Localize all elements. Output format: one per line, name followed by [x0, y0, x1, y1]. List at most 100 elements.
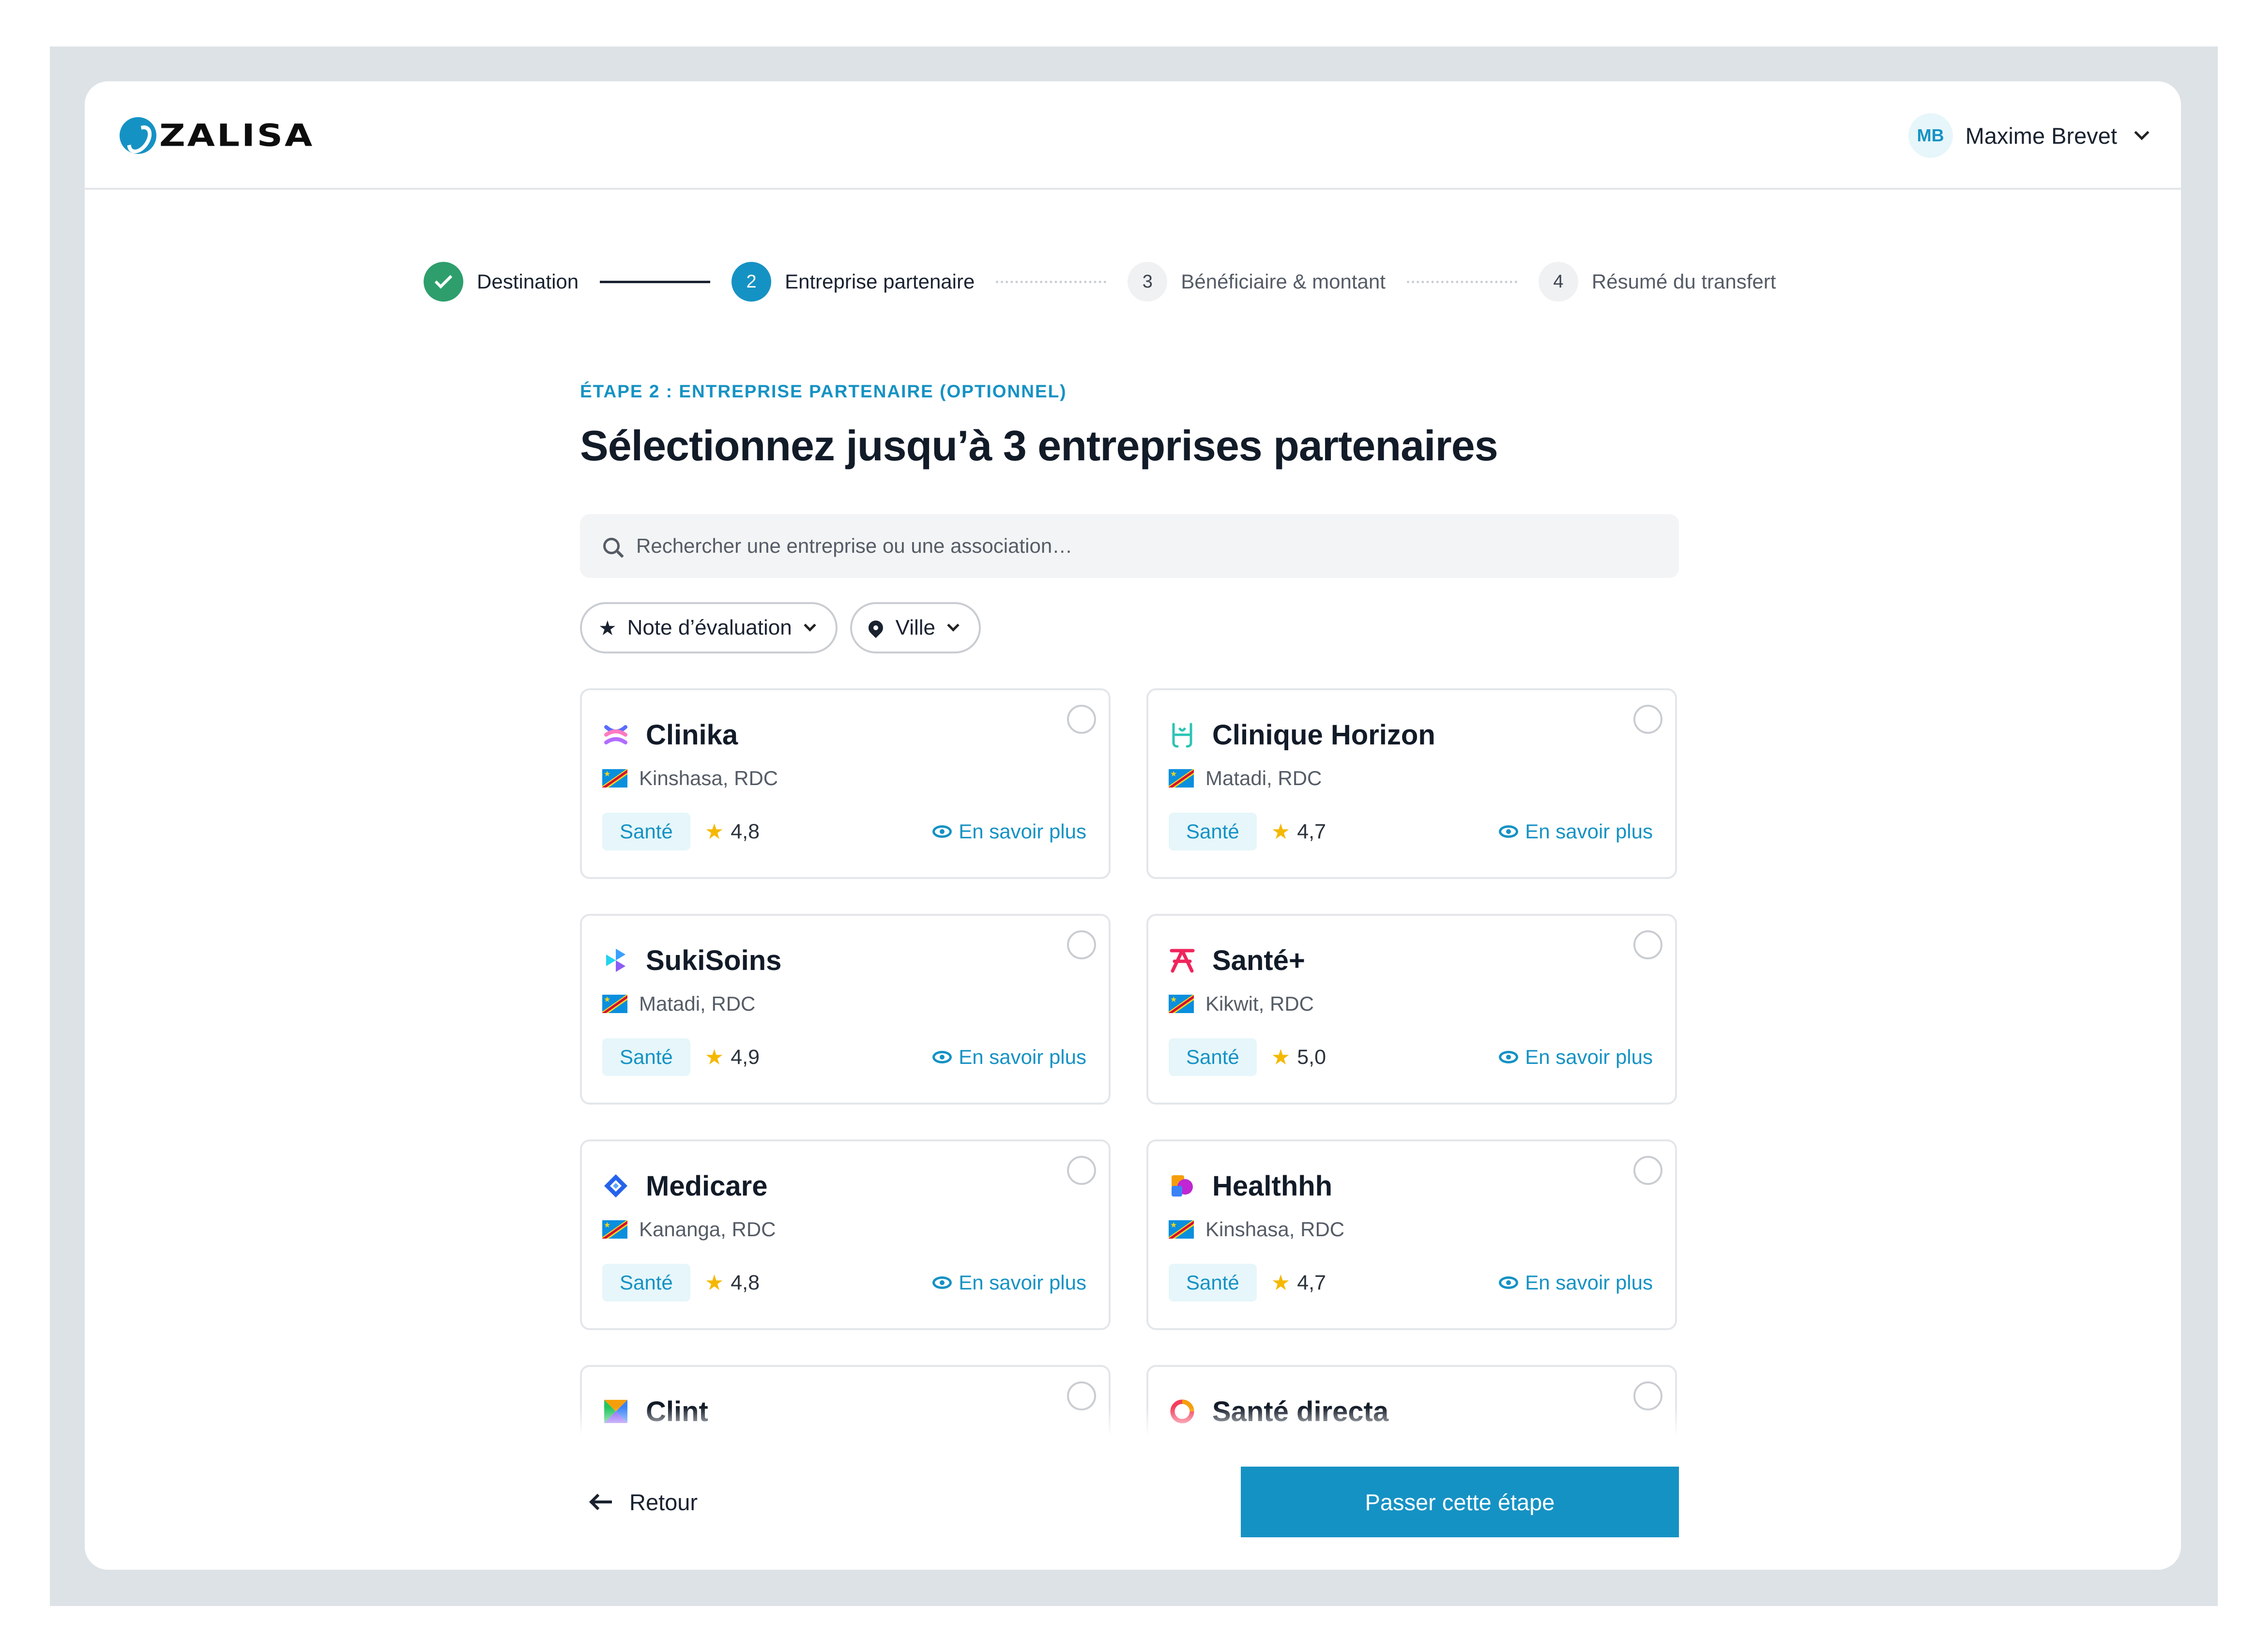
card-header: Santé+ — [1169, 941, 1653, 980]
category-badge: Santé — [1169, 1038, 1257, 1076]
card-footer: Santé ★ 4,8 En savoir plus — [602, 1263, 1086, 1302]
company-card[interactable]: Clinika ★ Kinshasa, RDC Santé ★ 4,8 En savoir … — [580, 688, 1111, 879]
location-text: Kikwit, RDC — [1205, 992, 1314, 1015]
company-name: Clinika — [646, 719, 738, 751]
rating: ★ 4,8 — [705, 819, 760, 844]
company-card[interactable]: Clinique Horizon ★ Matadi, RDC Santé ★ 4,7 En … — [1146, 688, 1677, 879]
logo-leaf-icon — [120, 117, 156, 154]
learn-more-link[interactable]: En savoir plus — [932, 1046, 1086, 1069]
rating: ★ 4,8 — [705, 1271, 760, 1295]
company-name: Santé+ — [1212, 944, 1305, 976]
back-button[interactable]: Retour — [580, 1489, 698, 1516]
drc-flag-icon: ★ — [1169, 995, 1194, 1013]
rating-value: 4,7 — [1297, 1271, 1326, 1294]
search-icon — [603, 538, 620, 554]
rating-value: 4,8 — [731, 819, 760, 843]
card-header: Healthhh — [1169, 1167, 1653, 1205]
company-card[interactable]: SukiSoins ★ Matadi, RDC Santé ★ 4,9 En savoir … — [580, 914, 1111, 1105]
step-number: 2 — [732, 262, 772, 302]
search-input[interactable] — [636, 534, 1556, 558]
company-location: ★ Kikwit, RDC — [1169, 989, 1653, 1018]
rating: ★ 4,7 — [1271, 819, 1326, 844]
eye-icon — [932, 1276, 952, 1289]
eye-icon — [932, 825, 952, 838]
city-filter-dropdown[interactable]: Ville — [850, 602, 981, 653]
star-icon: ★ — [704, 819, 724, 844]
select-radio[interactable] — [1067, 705, 1096, 734]
company-name: Healthhh — [1212, 1170, 1333, 1202]
card-header: Clinique Horizon — [1169, 715, 1653, 754]
learn-more-label: En savoir plus — [1525, 1046, 1653, 1068]
category-badge: Santé — [602, 1264, 690, 1302]
company-card[interactable]: Santé+ ★ Kikwit, RDC Santé ★ 5,0 En savoir plu… — [1146, 914, 1677, 1105]
sante-plus-logo — [1169, 947, 1196, 974]
card-header: SukiSoins — [602, 941, 1086, 980]
step-label: Destination — [477, 270, 579, 293]
step-connector — [600, 280, 711, 283]
user-menu[interactable]: MB Maxime Brevet — [1908, 113, 2149, 158]
step-label: Entreprise partenaire — [785, 270, 975, 293]
star-icon: ★ — [1271, 1045, 1291, 1069]
skip-step-button[interactable]: Passer cette étape — [1241, 1467, 1679, 1537]
search-bar — [580, 514, 1679, 578]
card-header: Medicare — [602, 1167, 1086, 1205]
card-footer: Santé ★ 4,8 En savoir plus — [602, 812, 1086, 851]
select-radio[interactable] — [1633, 1381, 1662, 1410]
company-card[interactable]: Medicare ★ Kananga, RDC Santé ★ 4,8 En savoir … — [580, 1139, 1111, 1330]
scroll-fade — [580, 1407, 1679, 1436]
chevron-down-icon — [947, 619, 960, 632]
category-badge: Santé — [602, 1038, 690, 1076]
select-radio[interactable] — [1633, 930, 1662, 959]
learn-more-link[interactable]: En savoir plus — [1499, 1271, 1653, 1294]
learn-more-label: En savoir plus — [1525, 1271, 1653, 1294]
zalisa-logo[interactable]: ZALISA — [120, 116, 314, 155]
step-number: 3 — [1128, 262, 1168, 302]
drc-flag-icon: ★ — [602, 1220, 627, 1239]
rating: ★ 5,0 — [1271, 1045, 1326, 1070]
card-footer: Santé ★ 4,9 En savoir plus — [602, 1038, 1086, 1076]
category-badge: Santé — [1169, 1264, 1257, 1302]
select-radio[interactable] — [1633, 1156, 1662, 1185]
drc-flag-icon: ★ — [602, 769, 627, 788]
arrow-left-icon — [593, 1500, 612, 1503]
company-grid: Clinika ★ Kinshasa, RDC Santé ★ 4,8 En savoir … — [580, 688, 1679, 1436]
company-card[interactable]: Healthhh ★ Kinshasa, RDC Santé ★ 4,7 En savoir… — [1146, 1139, 1677, 1330]
medicare-logo — [602, 1172, 629, 1199]
learn-more-link[interactable]: En savoir plus — [932, 1271, 1086, 1294]
logo-wordmark: ZALISA — [159, 118, 315, 153]
user-name: Maxime Brevet — [1965, 122, 2117, 149]
select-radio[interactable] — [1067, 1156, 1096, 1185]
step-number: 4 — [1538, 262, 1578, 302]
learn-more-link[interactable]: En savoir plus — [1499, 1046, 1653, 1069]
company-name: Medicare — [646, 1170, 768, 1202]
company-location: ★ Kinshasa, RDC — [602, 764, 1086, 793]
step-beneficiaire-montant: 3 Bénéficiaire & montant — [1128, 262, 1386, 302]
location-text: Kinshasa, RDC — [1205, 1218, 1345, 1241]
card-footer: Santé ★ 4,7 En savoir plus — [1169, 812, 1653, 851]
step-destination[interactable]: Destination — [424, 262, 579, 302]
rating: ★ 4,7 — [1271, 1271, 1326, 1295]
star-outline-icon: ★ — [598, 616, 617, 639]
eye-icon — [932, 1051, 952, 1063]
step-label: Résumé du transfert — [1591, 270, 1776, 293]
select-radio[interactable] — [1067, 1381, 1096, 1410]
learn-more-link[interactable]: En savoir plus — [1499, 820, 1653, 843]
learn-more-label: En savoir plus — [959, 1271, 1086, 1294]
avatar: MB — [1908, 113, 1953, 158]
progress-stepper: Destination 2 Entreprise partenaire 3 Bé… — [424, 261, 1776, 302]
step-entreprise-partenaire: 2 Entreprise partenaire — [732, 262, 975, 302]
sukisoins-logo — [602, 947, 629, 974]
rating-value: 5,0 — [1297, 1045, 1326, 1069]
star-icon: ★ — [704, 1045, 724, 1069]
app-window: ZALISA MB Maxime Brevet Destination 2 En… — [85, 81, 2181, 1570]
rating: ★ 4,9 — [705, 1045, 760, 1070]
company-list[interactable]: Clinika ★ Kinshasa, RDC Santé ★ 4,8 En savoir … — [580, 688, 1679, 1436]
select-radio[interactable] — [1633, 705, 1662, 734]
step-connector — [996, 280, 1107, 283]
rating-filter-dropdown[interactable]: ★ Note d’évaluation — [580, 602, 838, 653]
learn-more-link[interactable]: En savoir plus — [932, 820, 1086, 843]
select-radio[interactable] — [1067, 930, 1096, 959]
company-location: ★ Matadi, RDC — [1169, 764, 1653, 793]
location-pin-icon — [865, 617, 886, 638]
drc-flag-icon: ★ — [1169, 1220, 1194, 1239]
